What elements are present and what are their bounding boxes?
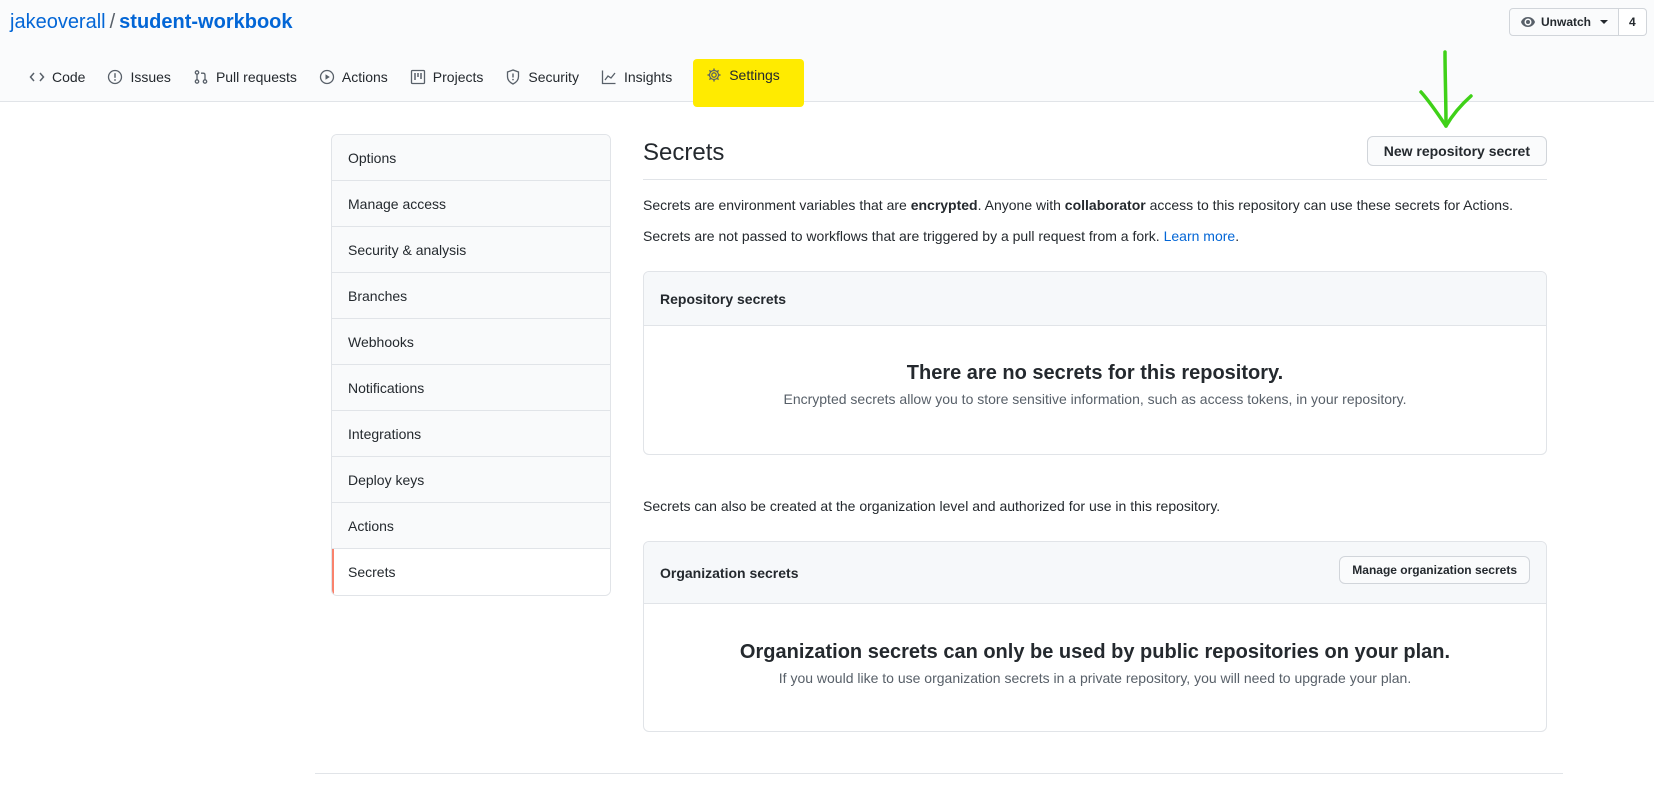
repository-secrets-header: Repository secrets: [644, 272, 1546, 326]
repo-name-link[interactable]: student-workbook: [119, 11, 292, 33]
sidebar-item-webhooks[interactable]: Webhooks: [332, 319, 610, 365]
unwatch-button[interactable]: Unwatch: [1509, 8, 1620, 36]
tab-issues-label: Issues: [130, 69, 171, 85]
sidebar-item-deploy-keys[interactable]: Deploy keys: [332, 457, 610, 503]
repo-header: jakeoverall / student-workbook Unwatch 4 C…: [0, 0, 1654, 107]
organization-secrets-header: Organization secrets Manage organization…: [644, 542, 1546, 604]
tab-code-label: Code: [52, 69, 86, 85]
sidebar-item-branches[interactable]: Branches: [332, 273, 610, 319]
repo-nav: Code Issues Pull requests Actions Projec…: [18, 59, 804, 107]
gear-icon: [707, 68, 721, 82]
tab-actions-label: Actions: [341, 69, 388, 85]
repository-secrets-box: Repository secrets There are no secrets …: [643, 271, 1547, 455]
intro-text-3: access to this repository can use these …: [1149, 197, 1513, 213]
git-pull-request-icon: [194, 70, 208, 84]
tab-issues[interactable]: Issues: [96, 60, 181, 94]
tab-code[interactable]: Code: [18, 60, 96, 94]
learn-more-link[interactable]: Learn more: [1164, 228, 1236, 244]
manage-organization-secrets-button[interactable]: Manage organization secrets: [1339, 556, 1530, 584]
tab-pull-requests-label: Pull requests: [215, 69, 297, 85]
repo-owner-link[interactable]: jakeoverall: [10, 11, 106, 33]
issue-opened-icon: [108, 69, 123, 85]
repository-secrets-empty: There are no secrets for this repository…: [644, 326, 1546, 407]
tab-security-label: Security: [528, 69, 579, 85]
repo-title: jakeoverall / student-workbook: [10, 9, 293, 35]
shield-icon: [507, 69, 520, 85]
organization-secrets-empty-title: Organization secrets can only be used by…: [739, 641, 1451, 663]
tab-projects-label: Projects: [432, 69, 484, 85]
secrets-main: Secrets New repository secret Secrets ar…: [643, 134, 1547, 732]
footer-divider: [315, 773, 1563, 774]
watchers-count[interactable]: 4: [1619, 8, 1647, 36]
tab-security[interactable]: Security: [494, 60, 590, 94]
page-title: Secrets: [643, 139, 725, 166]
tab-insights-label: Insights: [623, 69, 673, 85]
sidebar-item-manage-access[interactable]: Manage access: [332, 181, 610, 227]
sidebar-item-actions[interactable]: Actions: [332, 503, 610, 549]
repo-title-separator: /: [109, 11, 116, 33]
intro-text-2: . Anyone with: [977, 197, 1061, 213]
play-icon: [319, 69, 335, 85]
org-secrets-note: Secrets can also be created at the organ…: [643, 498, 1221, 514]
sidebar-item-secrets[interactable]: Secrets: [332, 549, 610, 595]
tab-settings-label: Settings: [729, 67, 780, 83]
tab-projects[interactable]: Projects: [399, 60, 495, 94]
sidebar-item-options[interactable]: Options: [332, 135, 610, 181]
organization-secrets-box: Organization secrets Manage organization…: [643, 541, 1547, 732]
chevron-down-icon: [1600, 20, 1609, 24]
tab-insights[interactable]: Insights: [590, 60, 683, 94]
tab-pull-requests[interactable]: Pull requests: [182, 60, 308, 94]
secrets-intro: Secrets are environment variables that a…: [643, 195, 1513, 215]
sidebar-item-integrations[interactable]: Integrations: [332, 411, 610, 457]
intro-bold-collaborator: collaborator: [1064, 197, 1146, 213]
project-icon: [410, 69, 425, 85]
new-repository-secret-button[interactable]: New repository secret: [1366, 136, 1547, 166]
intro-bold-encrypted: encrypted: [910, 197, 978, 213]
settings-sidebar: Options Manage access Security & analysi…: [331, 134, 611, 596]
repository-secrets-empty-title: There are no secrets for this repository…: [906, 362, 1284, 384]
fork-note-text: Secrets are not passed to workflows that…: [643, 228, 1160, 244]
organization-secrets-empty: Organization secrets can only be used by…: [644, 604, 1546, 686]
intro-text-1: Secrets are environment variables that a…: [643, 197, 907, 213]
organization-secrets-empty-text: If you would like to use organization se…: [778, 670, 1412, 686]
subhead: Secrets New repository secret: [643, 134, 1547, 180]
eye-icon: [1521, 17, 1535, 27]
watch-control: Unwatch 4: [1509, 8, 1647, 36]
unwatch-label: Unwatch: [1541, 15, 1592, 29]
sidebar-item-notifications[interactable]: Notifications: [332, 365, 610, 411]
sidebar-item-security-analysis[interactable]: Security & analysis: [332, 227, 610, 273]
fork-note: Secrets are not passed to workflows that…: [643, 228, 1240, 244]
tab-settings[interactable]: Settings: [693, 59, 804, 107]
repository-secrets-empty-text: Encrypted secrets allow you to store sen…: [783, 391, 1407, 407]
graph-icon: [601, 70, 616, 85]
tab-actions[interactable]: Actions: [308, 60, 399, 94]
organization-secrets-title: Organization secrets: [660, 564, 799, 581]
code-icon: [29, 72, 45, 82]
annotation-arrow-icon: [1419, 50, 1473, 128]
